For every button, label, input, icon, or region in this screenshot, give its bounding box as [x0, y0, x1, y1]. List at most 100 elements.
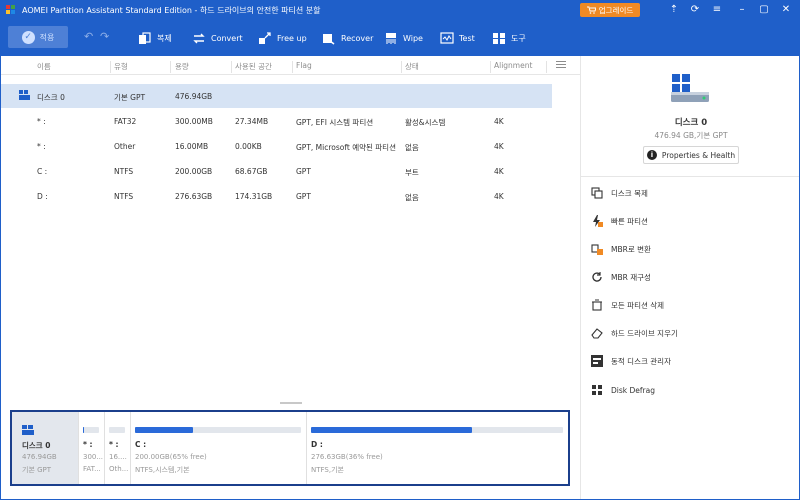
op-label: MBR 재구성 [611, 272, 651, 282]
title-and-toolbar: AOMEI Partition Assistant Standard Editi… [0, 0, 800, 56]
tool-recover[interactable]: Recover [322, 28, 373, 48]
column-header-status[interactable]: 상태 [405, 61, 419, 72]
disk-details-panel: 디스크 0 476.94 GB,기본 GPT i Properties & He… [580, 56, 800, 500]
upgrade-label: 업그레이드 [598, 5, 634, 15]
partition-fs: FAT... [83, 465, 101, 473]
table-row-disk[interactable]: 디스크 0 기본 GPT 476.94GB [0, 84, 552, 108]
op-quick-partition[interactable]: 빠른 파티션 [591, 213, 648, 229]
recover-icon [323, 33, 335, 45]
partition-name: D : [311, 440, 323, 449]
disk-icon [22, 425, 34, 435]
cell-name: D : [37, 192, 48, 201]
partition-size: 276.63GB(36% free) [311, 453, 383, 461]
tool-label: Free up [277, 33, 307, 43]
convert-mbr-icon [591, 244, 603, 255]
column-header-capacity[interactable]: 용량 [175, 61, 189, 72]
menu-icon[interactable]: ≡ [710, 3, 724, 17]
cell-name: * : [37, 117, 46, 126]
table-row[interactable]: D : NTFS 276.63GB 174.31GB GPT 없음 4K [0, 184, 552, 208]
properties-health-button[interactable]: i Properties & Health [643, 146, 739, 164]
column-header-flag[interactable]: Flag [296, 61, 312, 70]
cell-capacity: 276.63GB [175, 192, 213, 201]
table-row[interactable]: C : NTFS 200.00GB 68.67GB GPT 부트 4K [0, 159, 552, 183]
column-header-type[interactable]: 유형 [114, 61, 128, 72]
close-icon[interactable]: ✕ [779, 3, 793, 17]
tool-test[interactable]: Test [440, 28, 475, 48]
column-settings-icon[interactable] [556, 61, 566, 70]
undo-icon[interactable]: ↶ [84, 30, 93, 43]
info-icon: i [646, 150, 657, 160]
column-header-used[interactable]: 사용된 공간 [235, 61, 272, 72]
table-row[interactable]: * : FAT32 300.00MB 27.34MB GPT, EFI 시스템 … [0, 109, 552, 133]
partition-size: 300... [83, 453, 104, 461]
upgrade-button[interactable]: 업그레이드 [580, 3, 640, 17]
op-label: 하드 드라이브 지우기 [611, 328, 678, 338]
op-convert-mbr[interactable]: MBR로 변환 [591, 241, 651, 257]
minimize-icon[interactable]: – [735, 3, 749, 17]
partition-size: 200.00GB(65% free) [135, 453, 207, 461]
clone-icon [139, 31, 151, 44]
disk-map-partition-d[interactable]: D : 276.63GB(36% free) NTFS,기본 [306, 412, 568, 484]
column-header-name[interactable]: 이름 [37, 61, 51, 72]
tool-label: Wipe [403, 33, 423, 43]
usage-bar [109, 427, 125, 433]
redo-icon[interactable]: ↷ [100, 30, 109, 43]
cell-used: 0.00KB [235, 142, 262, 151]
cell-type: NTFS [114, 167, 134, 176]
resize-handle[interactable] [280, 402, 302, 404]
op-wipe-drive[interactable]: 하드 드라이브 지우기 [591, 325, 678, 341]
refresh-icon[interactable]: ⟳ [688, 3, 702, 17]
disk-map-disk-type: 기본 GPT [22, 466, 52, 474]
partition-name: * : [109, 440, 119, 449]
op-label: 동적 디스크 관리자 [611, 356, 671, 366]
cell-type: FAT32 [114, 117, 137, 126]
op-dynamic-disk[interactable]: 동적 디스크 관리자 [591, 353, 671, 369]
op-disk-defrag[interactable]: Disk Defrag [591, 382, 655, 398]
partition-name: * : [83, 440, 93, 449]
op-delete-partitions[interactable]: 모든 파티션 삭제 [591, 297, 664, 313]
cell-alignment: 4K [494, 117, 504, 126]
cell-type: 기본 GPT [114, 93, 146, 102]
wipe-drive-icon [591, 328, 603, 339]
cell-capacity: 200.00GB [175, 167, 213, 176]
window-title: AOMEI Partition Assistant Standard Editi… [22, 5, 321, 15]
tool-clone[interactable]: 복제 [138, 28, 172, 48]
pin-icon[interactable]: ⇡ [667, 3, 681, 17]
tool-label: Convert [211, 33, 243, 43]
cell-alignment: 4K [494, 142, 504, 151]
properties-label: Properties & Health [661, 150, 736, 160]
tool-convert[interactable]: Convert [192, 28, 243, 48]
cell-status: 활성&시스템 [405, 118, 446, 127]
disk-map-partition-c[interactable]: C : 200.00GB(65% free) NTFS,시스템,기본 [130, 412, 306, 484]
disk-map-disk-name: 디스크 0 [22, 441, 51, 450]
apply-button[interactable]: ✓ 적용 [8, 26, 68, 48]
partition-fs: NTFS,시스템,기본 [135, 466, 190, 474]
column-header-alignment[interactable]: Alignment [494, 61, 532, 70]
table-row[interactable]: * : Other 16.00MB 0.00KB GPT, Microsoft … [0, 134, 552, 158]
tool-tools[interactable]: 도구 [492, 28, 526, 48]
cell-type: Other [114, 142, 136, 151]
cart-icon [586, 6, 596, 14]
op-disk-clone[interactable]: 디스크 복제 [591, 185, 648, 201]
op-rebuild-mbr[interactable]: MBR 재구성 [591, 269, 651, 285]
maximize-icon[interactable]: ▢ [757, 3, 771, 17]
disk-map-partition[interactable]: * : 16.... Oth... [104, 412, 130, 484]
delete-partitions-icon [592, 299, 602, 311]
disk-map-disk[interactable]: 디스크 0 476.94GB 기본 GPT [12, 412, 78, 484]
tool-free-up[interactable]: Free up [258, 28, 307, 48]
tool-wipe[interactable]: Wipe [384, 28, 423, 48]
tool-label: 도구 [511, 33, 526, 43]
tool-label: Recover [341, 33, 374, 43]
cell-alignment: 4K [494, 192, 504, 201]
toolbar: ✓ 적용 ↶ ↷ 복제 Convert Free up Recover Wipe… [0, 24, 800, 52]
cell-name: * : [37, 142, 46, 151]
disk-map-partition[interactable]: * : 300... FAT... [78, 412, 104, 484]
partition-size: 16.... [109, 453, 127, 461]
apply-label: 적용 [39, 32, 55, 42]
tool-label: 복제 [157, 33, 172, 43]
test-icon [440, 31, 454, 44]
usage-bar [135, 427, 301, 433]
defrag-icon [592, 385, 602, 395]
tool-label: Test [459, 33, 475, 43]
check-icon: ✓ [21, 30, 35, 44]
